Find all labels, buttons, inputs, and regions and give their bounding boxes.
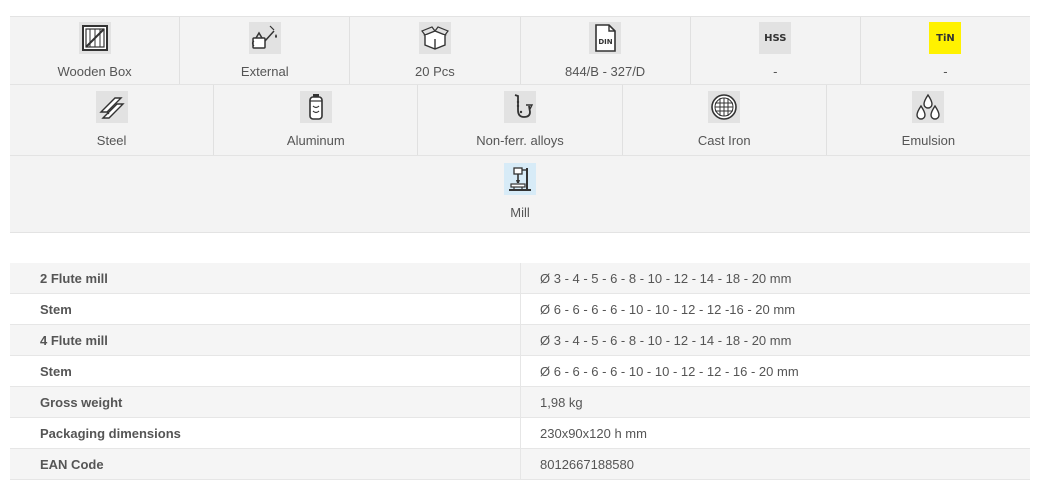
spec-value: Ø 3 - 4 - 5 - 6 - 8 - 10 - 12 - 14 - 18 … (520, 263, 1030, 294)
steel-bars-icon (95, 91, 128, 123)
spec-key: 4 Flute mill (10, 324, 521, 356)
spec-key: 2 Flute mill (10, 263, 521, 294)
feature-label: External (240, 64, 289, 79)
feature-row-materials: Steel Aluminum Non-ferr. alloys Cast Iro… (10, 85, 1030, 156)
feature-label: Steel (96, 133, 127, 148)
droplets-icon (912, 91, 945, 123)
feature-label: 20 Pcs (415, 64, 455, 79)
spec-key: Stem (10, 293, 521, 325)
feature-label: Wooden Box (57, 64, 132, 79)
table-row: 2 Flute mill Ø 3 - 4 - 5 - 6 - 8 - 10 - … (10, 263, 1030, 294)
machine-mill: Mill (10, 156, 1030, 232)
feature-quantity: 20 Pcs (350, 17, 521, 84)
table-row: Stem Ø 6 - 6 - 6 - 6 - 10 - 10 - 12 - 12… (10, 293, 1030, 325)
feature-label: 844/B - 327/D (564, 64, 646, 79)
feature-row-packaging: Wooden Box External 20 Pcs DIN 844/B - 3… (10, 16, 1030, 85)
manhole-grate-icon (708, 91, 741, 123)
material-emulsion: Emulsion (827, 85, 1030, 155)
spec-value: 1,98 kg (520, 386, 1030, 418)
spec-key: Stem (10, 355, 521, 387)
din-document-icon: DIN (589, 22, 622, 54)
material-steel: Steel (10, 85, 215, 155)
wooden-box-icon (78, 22, 111, 54)
specifications-table: 2 Flute mill Ø 3 - 4 - 5 - 6 - 8 - 10 - … (10, 263, 1030, 480)
feature-hss: HSS - (691, 17, 861, 84)
spec-value: 8012667188580 (520, 448, 1030, 480)
spec-value: Ø 3 - 4 - 5 - 6 - 8 - 10 - 12 - 14 - 18 … (520, 324, 1030, 356)
table-row: EAN Code 8012667188580 (10, 448, 1030, 480)
feature-label: Mill (510, 205, 530, 220)
spec-value: Ø 6 - 6 - 6 - 6 - 10 - 10 - 12 - 12 -16 … (520, 293, 1030, 325)
feature-label: Emulsion (901, 133, 956, 148)
feature-label: Aluminum (286, 133, 345, 148)
feature-wooden-box: Wooden Box (10, 17, 181, 84)
tin-badge-text: TiN (936, 32, 955, 44)
svg-text:DIN: DIN (598, 38, 612, 46)
feature-external: External (180, 17, 351, 84)
table-row: Gross weight 1,98 kg (10, 386, 1030, 418)
spec-value: Ø 6 - 6 - 6 - 6 - 10 - 10 - 12 - 12 - 16… (520, 355, 1030, 387)
feature-label: - (773, 64, 778, 79)
material-aluminum: Aluminum (214, 85, 419, 155)
material-non-ferrous: Non-ferr. alloys (418, 85, 623, 155)
spec-key: Packaging dimensions (10, 417, 521, 449)
hss-badge-text: HSS (764, 32, 787, 44)
material-cast-iron: Cast Iron (623, 85, 827, 155)
feature-tin: TiN - (861, 17, 1030, 84)
table-row: Packaging dimensions 230x90x120 h mm (10, 417, 1030, 449)
product-features: Wooden Box External 20 Pcs DIN 844/B - 3… (10, 16, 1030, 233)
hss-badge-icon: HSS (759, 22, 792, 54)
feature-row-machine: Mill (10, 156, 1030, 233)
spec-key: Gross weight (10, 386, 521, 418)
table-row: Stem Ø 6 - 6 - 6 - 6 - 10 - 10 - 12 - 12… (10, 355, 1030, 387)
feature-label: Cast Iron (697, 133, 751, 148)
tin-badge-icon: TiN (929, 22, 962, 54)
spec-value: 230x90x120 h mm (520, 417, 1030, 449)
feature-label: Non-ferr. alloys (476, 133, 564, 148)
aluminum-can-icon (299, 91, 332, 123)
feature-din-standard: DIN 844/B - 327/D (521, 17, 691, 84)
oil-can-icon (248, 22, 281, 54)
table-row: 4 Flute mill Ø 3 - 4 - 5 - 6 - 8 - 10 - … (10, 324, 1030, 356)
milling-machine-icon (504, 163, 536, 195)
spec-key: EAN Code (10, 448, 521, 480)
package-icon (418, 22, 451, 54)
saxophone-icon (504, 91, 536, 123)
feature-label: - (943, 64, 948, 79)
